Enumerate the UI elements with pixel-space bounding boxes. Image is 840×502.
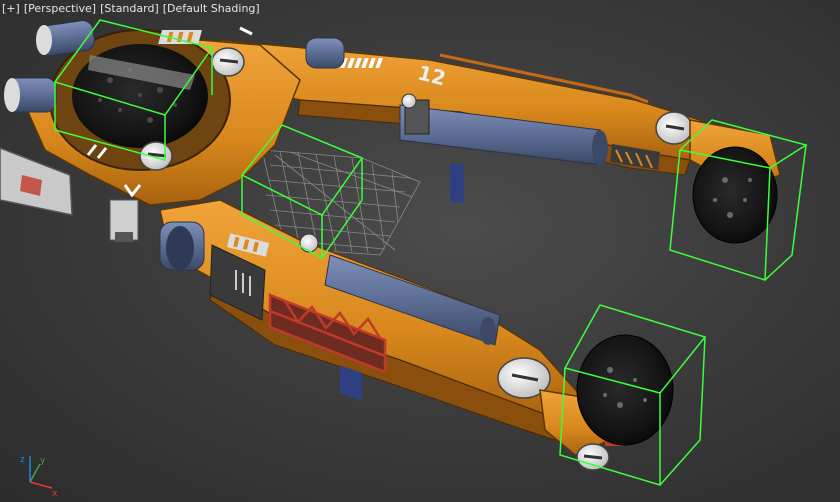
scene-render: 12 x y z bbox=[0, 19, 808, 499]
perspective-viewport[interactable]: [+] [Perspective] [Standard] [Default Shadi… bbox=[0, 0, 840, 502]
lower-arm bbox=[159, 199, 621, 471]
axis-x-label: x bbox=[52, 489, 58, 499]
viewport-shading-menu[interactable]: [Standard] bbox=[100, 2, 159, 15]
viewport-display-mode-menu[interactable]: [Default Shading] bbox=[163, 2, 260, 15]
axis-gizmo: x y z bbox=[20, 455, 58, 499]
viewport-view-menu[interactable]: [Perspective] bbox=[24, 2, 96, 15]
viewport-plus-menu[interactable]: [+] bbox=[2, 2, 20, 15]
wheel-lower-right bbox=[576, 334, 674, 446]
axis-y-label: y bbox=[40, 456, 46, 466]
viewport-label-menu: [+] [Perspective] [Standard] [Default Shadi… bbox=[2, 1, 260, 16]
axis-z-label: z bbox=[20, 455, 25, 465]
